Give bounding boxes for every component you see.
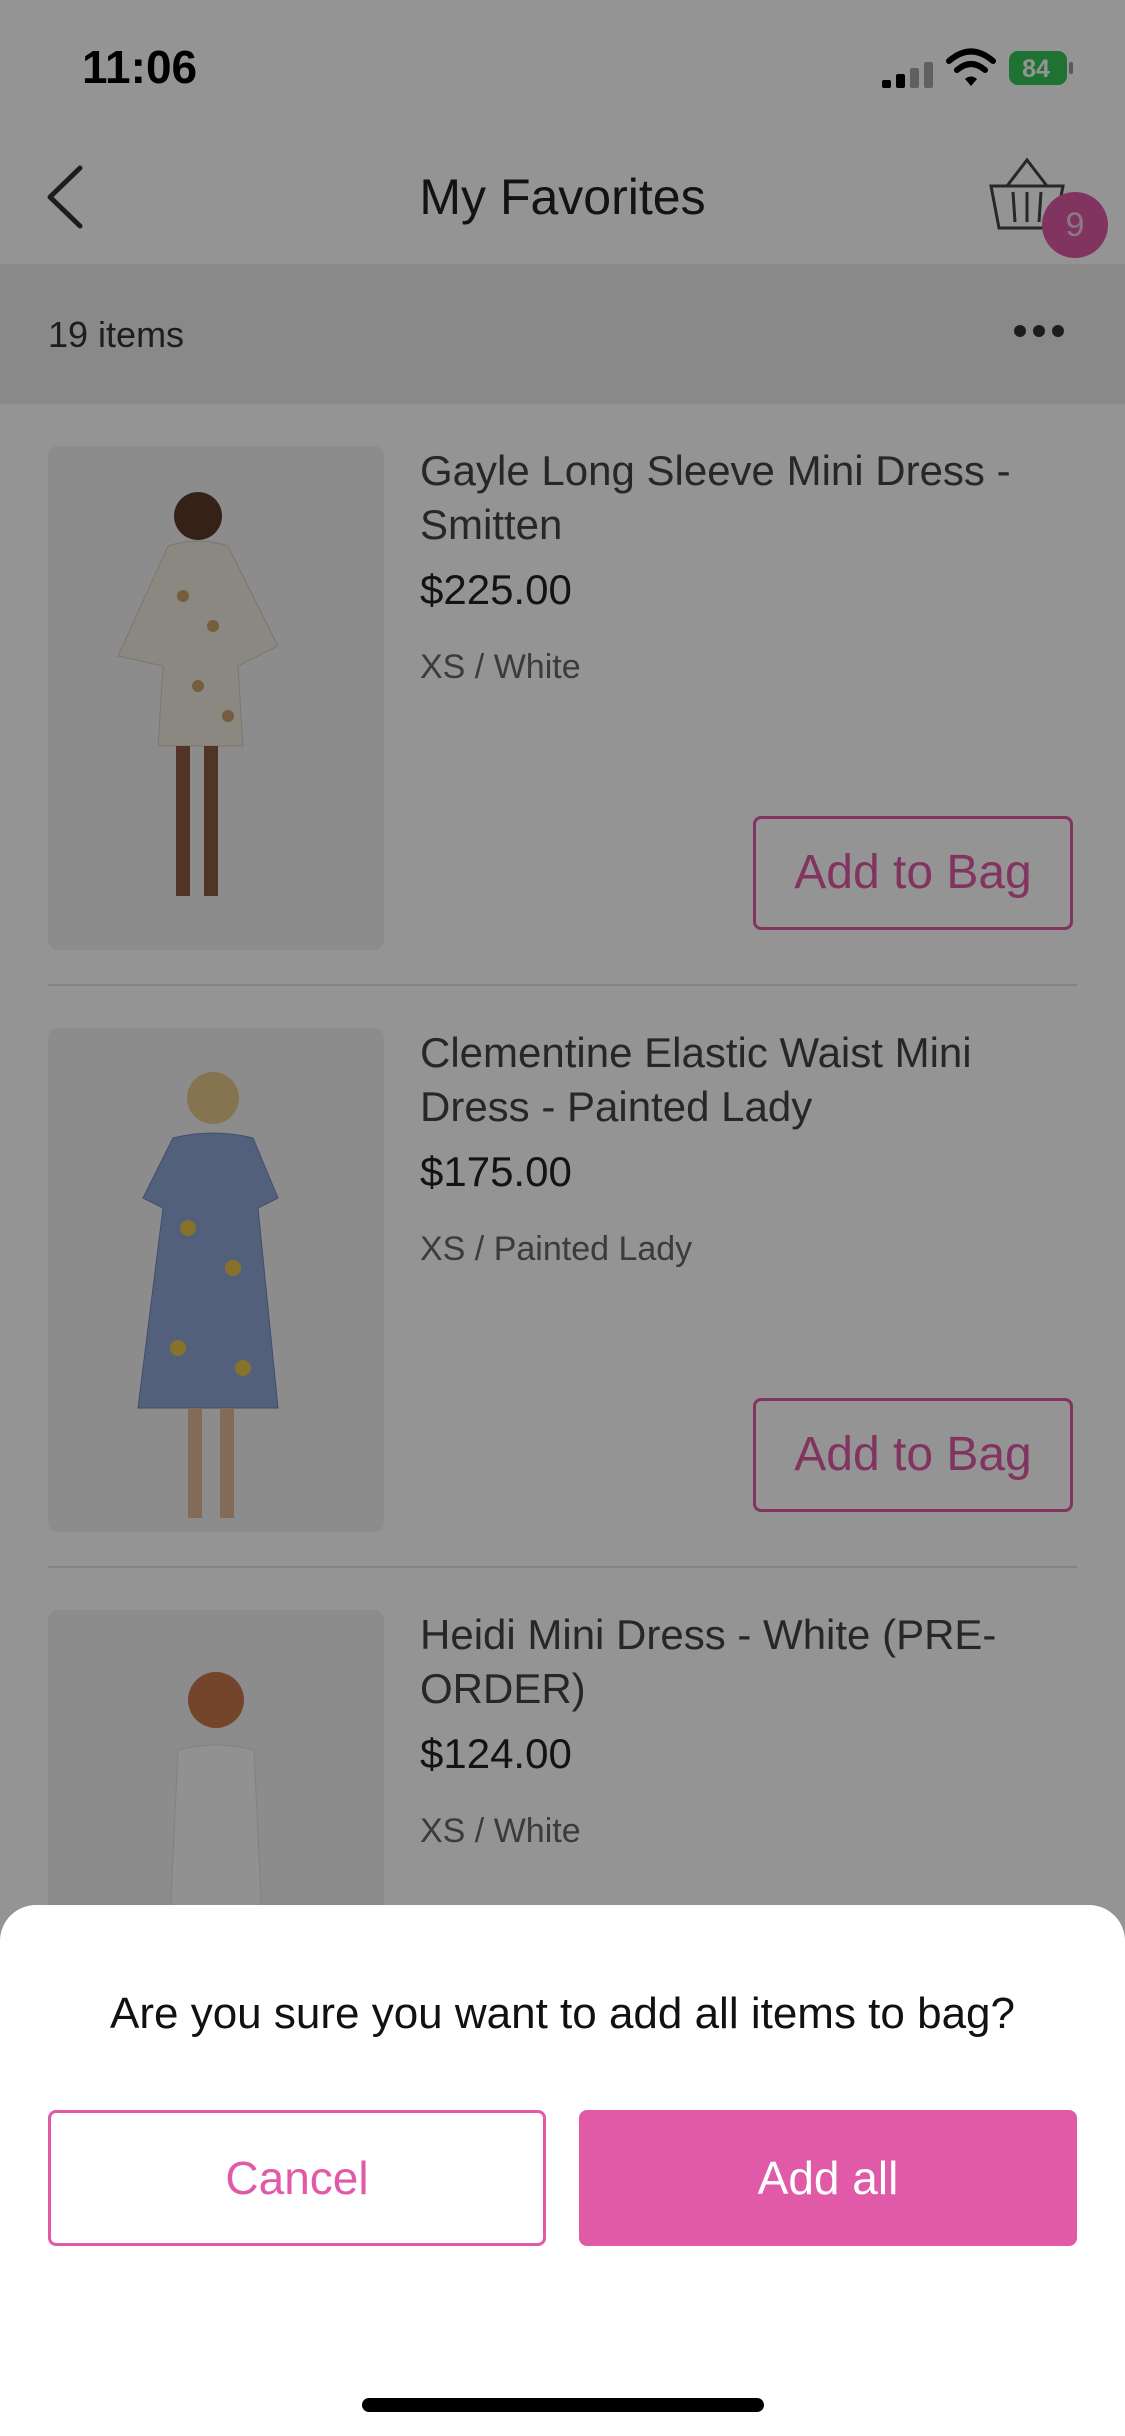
home-indicator[interactable]: [362, 2398, 764, 2412]
add-all-button[interactable]: Add all: [579, 2110, 1077, 2246]
dialog-question: Are you sure you want to add all items t…: [110, 1989, 1015, 2038]
cancel-button[interactable]: Cancel: [48, 2110, 546, 2246]
confirm-dialog: Are you sure you want to add all items t…: [0, 1905, 1125, 2436]
